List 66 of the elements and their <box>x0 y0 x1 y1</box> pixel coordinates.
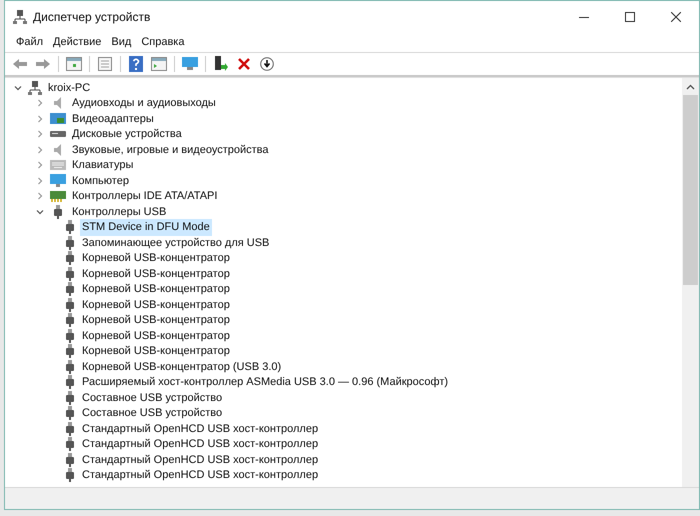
chevron-right-icon[interactable] <box>36 114 44 123</box>
chevron-down-icon[interactable] <box>36 208 44 216</box>
menu-item[interactable]: Файл <box>11 34 48 51</box>
tree-item[interactable]: Корневой USB-концентратор <box>80 312 232 328</box>
help-icon <box>129 56 143 72</box>
tree-item[interactable]: Контроллеры IDE ATA/ATAPI <box>72 188 218 204</box>
tree-item[interactable]: Запоминающее устройство для USB <box>80 234 272 251</box>
tree-item[interactable]: Стандартный OpenHCD USB хост-контроллер <box>80 452 320 468</box>
delete-cross-icon <box>238 58 250 70</box>
tree-item[interactable]: Составное USB устройство <box>80 405 224 422</box>
window-title: Диспетчер устройств <box>33 9 150 26</box>
tree-item[interactable]: Корневой USB-концентратор <box>80 296 232 313</box>
chevron-right-icon[interactable] <box>36 192 44 200</box>
scrollbar[interactable] <box>682 78 699 487</box>
computer-tree-icon <box>28 80 42 95</box>
tree-item[interactable]: Корневой USB-концентратор (USB 3.0) <box>80 358 284 375</box>
down-arrow-circle-icon <box>260 57 274 71</box>
menu-item[interactable]: Вид <box>106 34 136 51</box>
controller-card-icon <box>50 190 66 202</box>
monitor-icon <box>50 174 66 188</box>
tree-item[interactable]: Корневой USB-концентратор <box>80 266 232 282</box>
tree-item[interactable]: Корневой USB-концентратор <box>80 343 232 360</box>
tree-item[interactable]: Расширяемый хост-контроллер ASMedia USB 3.0 — 0.96 (Майкрософт) <box>80 374 450 390</box>
disk-drive-icon <box>50 130 66 138</box>
console-tree-button[interactable] <box>63 54 85 74</box>
view-button[interactable] <box>148 54 170 74</box>
keyboard-icon <box>50 160 66 170</box>
tree-item[interactable]: Видеоадаптеры <box>72 110 154 127</box>
display-adapter-icon <box>50 112 66 126</box>
tree-item[interactable]: Корневой USB-концентратор <box>80 250 232 266</box>
tree-item[interactable]: Звуковые, игровые и видеоустройства <box>72 142 268 158</box>
window-panel-icon <box>66 57 82 71</box>
maximize-icon <box>625 12 635 22</box>
tree-item[interactable]: Стандартный OpenHCD USB хост-контроллер <box>80 436 320 452</box>
tree-item[interactable]: Стандартный OpenHCD USB хост-контроллер <box>80 420 320 437</box>
scroll-up-icon[interactable] <box>686 84 695 90</box>
document-icon <box>98 57 112 71</box>
device-arrow-icon <box>214 56 228 72</box>
window-panel-icon <box>151 57 167 71</box>
tree-item[interactable]: kroix-PC <box>48 80 90 96</box>
monitor-icon <box>182 57 198 71</box>
minimize-icon <box>579 16 589 18</box>
usb-plug-icon <box>54 204 62 219</box>
tree-item[interactable]: Контроллеры USB <box>72 204 166 220</box>
tree-item[interactable]: Корневой USB-концентратор <box>80 328 232 344</box>
tree-item[interactable]: Клавиатуры <box>72 157 134 174</box>
tree-item[interactable]: Составное USB устройство <box>80 390 224 406</box>
computer-tree-icon <box>13 10 27 24</box>
close-icon <box>671 12 681 22</box>
tree-item[interactable]: Аудиовходы и аудиовыходы <box>72 95 216 112</box>
chevron-right-icon[interactable] <box>36 99 44 108</box>
chevron-right-icon[interactable] <box>36 176 44 185</box>
menu-item[interactable]: Действие <box>48 34 106 51</box>
tree-item[interactable]: Корневой USB-концентратор <box>80 281 232 298</box>
menu-item[interactable]: Справка <box>136 34 190 51</box>
tree-item[interactable]: Компьютер <box>72 172 129 189</box>
scrollbar-thumb[interactable] <box>683 95 698 285</box>
chevron-right-icon[interactable] <box>36 130 44 138</box>
forward-arrow-icon <box>36 59 50 69</box>
chevron-right-icon[interactable] <box>36 161 44 170</box>
back-arrow-icon <box>13 59 27 69</box>
tree-item[interactable]: STM Device in DFU Mode <box>80 219 212 236</box>
chevron-right-icon[interactable] <box>36 146 44 154</box>
chevron-down-icon[interactable] <box>14 84 22 92</box>
tree-item[interactable]: Дисковые устройства <box>72 126 182 142</box>
tree-item[interactable]: Стандартный OpenHCD USB хост-контроллер <box>80 467 320 484</box>
